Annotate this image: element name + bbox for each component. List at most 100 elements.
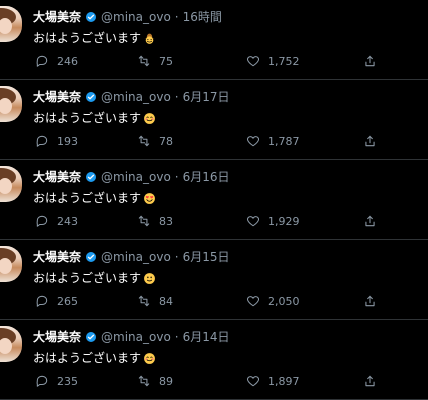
- reply-button[interactable]: 235: [35, 373, 78, 389]
- tweet-text: おはようございます: [33, 271, 156, 285]
- retweet-icon: [137, 54, 151, 68]
- reply-icon: [35, 214, 49, 228]
- reply-icon: [35, 134, 49, 148]
- timeline-feed: 大場美奈 @mina_ovo · 16時間 おはようございます 246 75 1…: [0, 0, 428, 400]
- tweet-text-content: おはようございます: [33, 191, 142, 205]
- share-icon: [363, 294, 377, 308]
- tweet-header: 大場美奈 @mina_ovo · 6月15日: [33, 250, 230, 264]
- avatar[interactable]: [0, 246, 22, 282]
- author-handle[interactable]: @mina_ovo: [101, 170, 171, 184]
- tweet-time[interactable]: 6月17日: [183, 90, 230, 104]
- heart-icon: [246, 214, 260, 228]
- like-button[interactable]: 1,787: [246, 133, 300, 149]
- tweet-text-content: おはようございます: [33, 111, 142, 125]
- reply-button[interactable]: 243: [35, 213, 78, 229]
- retweet-button[interactable]: 78: [137, 133, 173, 149]
- like-button[interactable]: 1,929: [246, 213, 300, 229]
- author-name[interactable]: 大場美奈: [33, 90, 81, 104]
- tweet-card[interactable]: 大場美奈 @mina_ovo · 16時間 おはようございます 246 75 1…: [0, 0, 428, 80]
- heart-icon: [246, 294, 260, 308]
- avatar[interactable]: [0, 86, 22, 122]
- tweet-card[interactable]: 大場美奈 @mina_ovo · 6月14日 おはようございます 235 89 …: [0, 320, 428, 400]
- heart-icon: [246, 374, 260, 388]
- tweet-text: おはようございます: [33, 111, 156, 125]
- reply-count: 243: [57, 214, 78, 228]
- share-icon: [363, 134, 377, 148]
- reply-count: 193: [57, 134, 78, 148]
- tweet-actions: 243 83 1,929: [35, 213, 420, 229]
- verified-badge-icon: [85, 331, 97, 343]
- separator-dot: ·: [174, 10, 179, 24]
- tweet-card[interactable]: 大場美奈 @mina_ovo · 6月15日 おはようございます 265 84 …: [0, 240, 428, 320]
- tweet-card[interactable]: 大場美奈 @mina_ovo · 6月16日 おはようございます 243 83 …: [0, 160, 428, 240]
- retweet-count: 83: [159, 214, 173, 228]
- verified-badge-icon: [85, 91, 97, 103]
- retweet-icon: [137, 294, 151, 308]
- tweet-time[interactable]: 16時間: [183, 10, 222, 24]
- tweet-text-content: おはようございます: [33, 351, 142, 365]
- retweet-icon: [137, 214, 151, 228]
- retweet-icon: [137, 134, 151, 148]
- reply-button[interactable]: 193: [35, 133, 78, 149]
- like-count: 1,897: [268, 374, 300, 388]
- like-count: 1,787: [268, 134, 300, 148]
- author-handle[interactable]: @mina_ovo: [101, 10, 171, 24]
- separator-dot: ·: [174, 90, 179, 104]
- author-handle[interactable]: @mina_ovo: [101, 330, 171, 344]
- retweet-count: 84: [159, 294, 173, 308]
- tweet-actions: 265 84 2,050: [35, 293, 420, 309]
- retweet-button[interactable]: 84: [137, 293, 173, 309]
- separator-dot: ·: [174, 250, 179, 264]
- share-button[interactable]: [363, 213, 377, 229]
- smiling-face-with-hearts-emoji-icon: [143, 352, 156, 365]
- retweet-count: 75: [159, 54, 173, 68]
- author-name[interactable]: 大場美奈: [33, 330, 81, 344]
- retweet-button[interactable]: 83: [137, 213, 173, 229]
- avatar[interactable]: [0, 166, 22, 202]
- separator-dot: ·: [174, 170, 179, 184]
- reply-icon: [35, 54, 49, 68]
- author-name[interactable]: 大場美奈: [33, 170, 81, 184]
- like-button[interactable]: 1,752: [246, 53, 300, 69]
- reply-count: 235: [57, 374, 78, 388]
- reply-icon: [35, 374, 49, 388]
- share-button[interactable]: [363, 133, 377, 149]
- avatar[interactable]: [0, 326, 22, 362]
- share-button[interactable]: [363, 53, 377, 69]
- like-button[interactable]: 1,897: [246, 373, 300, 389]
- tweet-time[interactable]: 6月14日: [183, 330, 230, 344]
- retweet-button[interactable]: 75: [137, 53, 173, 69]
- tweet-card[interactable]: 大場美奈 @mina_ovo · 6月17日 おはようございます 193 78 …: [0, 80, 428, 160]
- like-count: 1,929: [268, 214, 300, 228]
- reply-icon: [35, 294, 49, 308]
- share-icon: [363, 54, 377, 68]
- tweet-text-content: おはようございます: [33, 31, 142, 45]
- tweet-header: 大場美奈 @mina_ovo · 6月17日: [33, 90, 230, 104]
- author-handle[interactable]: @mina_ovo: [101, 250, 171, 264]
- tweet-time[interactable]: 6月15日: [183, 250, 230, 264]
- author-name[interactable]: 大場美奈: [33, 250, 81, 264]
- tweet-text: おはようございます: [33, 31, 156, 45]
- share-button[interactable]: [363, 293, 377, 309]
- slightly-smiling-emoji-icon: [143, 272, 156, 285]
- reply-count: 246: [57, 54, 78, 68]
- share-button[interactable]: [363, 373, 377, 389]
- author-name[interactable]: 大場美奈: [33, 10, 81, 24]
- tweet-text-content: おはようございます: [33, 271, 142, 285]
- author-handle[interactable]: @mina_ovo: [101, 90, 171, 104]
- tweet-time[interactable]: 6月16日: [183, 170, 230, 184]
- verified-badge-icon: [85, 11, 97, 23]
- reply-button[interactable]: 246: [35, 53, 78, 69]
- retweet-button[interactable]: 89: [137, 373, 173, 389]
- verified-badge-icon: [85, 251, 97, 263]
- reply-button[interactable]: 265: [35, 293, 78, 309]
- tweet-actions: 193 78 1,787: [35, 133, 420, 149]
- avatar[interactable]: [0, 6, 22, 42]
- share-icon: [363, 374, 377, 388]
- tweet-header: 大場美奈 @mina_ovo · 6月16日: [33, 170, 230, 184]
- tweet-actions: 246 75 1,752: [35, 53, 420, 69]
- cowboy-emoji-icon: [143, 32, 156, 45]
- like-button[interactable]: 2,050: [246, 293, 300, 309]
- heart-icon: [246, 54, 260, 68]
- retweet-icon: [137, 374, 151, 388]
